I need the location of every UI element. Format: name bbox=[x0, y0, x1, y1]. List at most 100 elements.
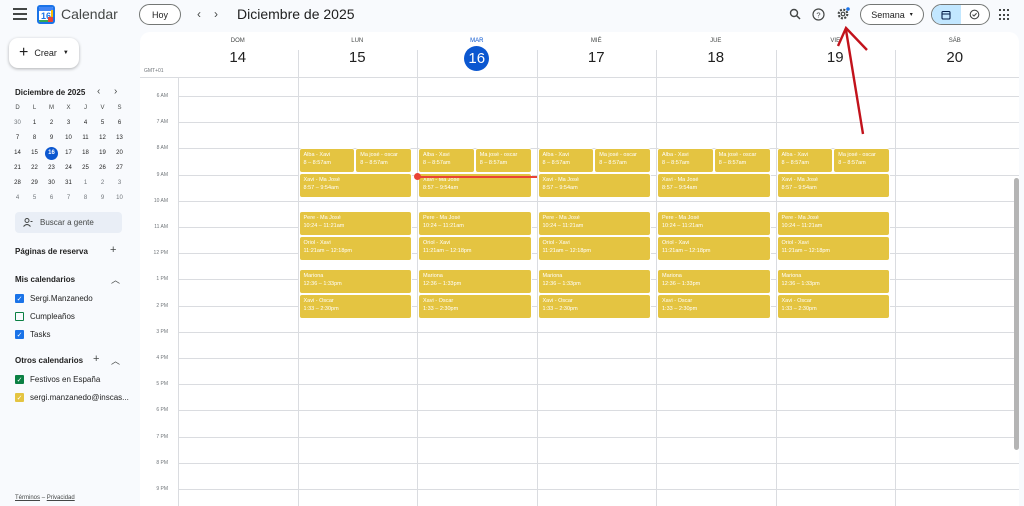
calendar-view-icon[interactable] bbox=[932, 5, 961, 24]
calendar-event[interactable]: Pere - Ma José 10:24 – 11:21am bbox=[537, 211, 651, 237]
other-calendars-heading[interactable]: Otros calendarios bbox=[15, 356, 83, 365]
mini-next-month-icon[interactable]: › bbox=[114, 86, 117, 97]
calendar-event[interactable]: Mariona 12:36 – 1:33pm bbox=[418, 268, 532, 294]
help-icon[interactable]: ? bbox=[811, 7, 825, 21]
mini-day[interactable]: 29 bbox=[26, 176, 43, 191]
checkbox-icon[interactable]: ✓ bbox=[15, 294, 24, 303]
main-menu-icon[interactable] bbox=[13, 8, 27, 20]
mini-day[interactable]: 6 bbox=[111, 116, 128, 131]
terms-link[interactable]: Términos bbox=[15, 495, 40, 501]
calendar-event[interactable]: Xavi - Ma José 8:57 – 9:54am bbox=[657, 173, 771, 199]
calendar-event[interactable]: Mariona 12:36 – 1:33pm bbox=[537, 268, 651, 294]
mini-day[interactable]: 10 bbox=[111, 191, 128, 206]
day-header[interactable]: VIE 19 bbox=[776, 32, 896, 77]
calendar-tasks-toggle[interactable] bbox=[931, 4, 990, 25]
calendar-event[interactable]: Xavi - Oscar 1:33 – 2:30pm bbox=[537, 293, 651, 319]
mini-day[interactable]: 9 bbox=[43, 131, 60, 146]
mini-day[interactable]: 26 bbox=[94, 161, 111, 176]
calendar-event[interactable]: Ma josé - oscar 8 – 8:57am bbox=[474, 148, 532, 174]
day-number[interactable]: 17 bbox=[537, 49, 657, 66]
calendar-item[interactable]: ✓ sergi.manzanedo@inscas... bbox=[15, 393, 129, 402]
search-icon[interactable] bbox=[788, 7, 802, 21]
calendar-event[interactable]: Alba - Xavi 8 – 8:57am bbox=[776, 148, 834, 174]
mini-day[interactable]: 23 bbox=[43, 161, 60, 176]
mini-day[interactable]: 8 bbox=[77, 191, 94, 206]
checkbox-icon[interactable]: ✓ bbox=[15, 330, 24, 339]
mini-day[interactable]: 16 bbox=[43, 146, 60, 161]
calendar-event[interactable]: Xavi - Ma José 8:57 – 9:54am bbox=[537, 173, 651, 199]
calendar-item[interactable]: ✓ Tasks bbox=[15, 330, 50, 339]
calendar-event[interactable]: Xavi - Oscar 1:33 – 2:30pm bbox=[776, 293, 890, 319]
day-header[interactable]: JUE 18 bbox=[656, 32, 776, 77]
calendar-event[interactable]: Pere - Ma José 10:24 – 11:21am bbox=[418, 211, 532, 237]
previous-week-icon[interactable]: ‹ bbox=[197, 7, 201, 21]
calendar-event[interactable]: Mariona 12:36 – 1:33pm bbox=[298, 268, 412, 294]
mini-day[interactable]: 9 bbox=[94, 191, 111, 206]
collapse-other-calendars-icon[interactable]: ︿ bbox=[111, 354, 120, 367]
calendar-event[interactable]: Alba - Xavi 8 – 8:57am bbox=[537, 148, 595, 174]
apps-grid-icon[interactable] bbox=[999, 9, 1011, 21]
mini-day[interactable]: 6 bbox=[43, 191, 60, 206]
calendar-event[interactable]: Pere - Ma José 10:24 – 11:21am bbox=[298, 211, 412, 237]
mini-day[interactable]: 14 bbox=[9, 146, 26, 161]
calendar-event[interactable]: Ma josé - oscar 8 – 8:57am bbox=[833, 148, 890, 174]
calendar-event[interactable]: Xavi - Oscar 1:33 – 2:30pm bbox=[418, 293, 532, 319]
mini-day[interactable]: 20 bbox=[111, 146, 128, 161]
calendar-event[interactable]: Ma josé - oscar 8 – 8:57am bbox=[355, 148, 412, 174]
next-week-icon[interactable]: › bbox=[214, 7, 218, 21]
calendar-event[interactable]: Xavi - Ma José 8:57 – 9:54am bbox=[298, 173, 412, 199]
calendar-event[interactable]: Oriol - Xavi 11:21am – 12:18pm bbox=[418, 236, 532, 262]
mini-prev-month-icon[interactable]: ‹ bbox=[97, 86, 100, 97]
mini-day[interactable]: 1 bbox=[26, 116, 43, 131]
calendar-event[interactable]: Pere - Ma José 10:24 – 11:21am bbox=[657, 211, 771, 237]
calendar-item[interactable]: ✓ Festivos en España bbox=[15, 375, 100, 384]
day-number[interactable]: 19 bbox=[776, 49, 896, 66]
mini-day[interactable]: 25 bbox=[77, 161, 94, 176]
calendar-event[interactable]: Oriol - Xavi 11:21am – 12:18pm bbox=[537, 236, 651, 262]
day-header[interactable]: MAR 16 bbox=[417, 32, 537, 77]
today-button[interactable]: Hoy bbox=[139, 4, 181, 25]
week-grid[interactable]: GMT+01 DOM 14 LUN 15 MAR 16 MIÉ 17 JUE 18 VIE 19 SÁB… bbox=[140, 32, 1019, 506]
calendar-event[interactable]: Oriol - Xavi 11:21am – 12:18pm bbox=[298, 236, 412, 262]
mini-day[interactable]: 4 bbox=[77, 116, 94, 131]
day-number[interactable]: 14 bbox=[178, 49, 298, 66]
tasks-view-icon[interactable] bbox=[961, 5, 990, 24]
calendar-item[interactable]: ✓ Sergi.Manzanedo bbox=[15, 294, 93, 303]
day-number[interactable]: 20 bbox=[895, 49, 1015, 66]
mini-day[interactable]: 30 bbox=[43, 176, 60, 191]
day-header[interactable]: LUN 15 bbox=[298, 32, 418, 77]
checkbox-icon[interactable]: ✓ bbox=[15, 375, 24, 384]
view-selector-button[interactable]: Semana ▾ bbox=[860, 4, 924, 25]
calendar-item[interactable]: Cumpleaños bbox=[15, 312, 75, 321]
calendar-event[interactable]: Mariona 12:36 – 1:33pm bbox=[776, 268, 890, 294]
calendar-event[interactable]: Oriol - Xavi 11:21am – 12:18pm bbox=[776, 236, 890, 262]
mini-day[interactable]: 5 bbox=[26, 191, 43, 206]
day-number[interactable]: 18 bbox=[656, 49, 776, 66]
checkbox-icon[interactable] bbox=[15, 312, 24, 321]
calendar-event[interactable]: Mariona 12:36 – 1:33pm bbox=[657, 268, 771, 294]
calendar-event[interactable]: Alba - Xavi 8 – 8:57am bbox=[298, 148, 356, 174]
add-other-calendar-icon[interactable]: + bbox=[93, 353, 99, 365]
mini-day[interactable]: 12 bbox=[94, 131, 111, 146]
mini-day[interactable]: 2 bbox=[43, 116, 60, 131]
mini-day[interactable]: 1 bbox=[77, 176, 94, 191]
mini-day[interactable]: 13 bbox=[111, 131, 128, 146]
settings-gear-icon[interactable] bbox=[836, 7, 850, 21]
mini-day[interactable]: 8 bbox=[26, 131, 43, 146]
calendar-event[interactable]: Oriol - Xavi 11:21am – 12:18pm bbox=[657, 236, 771, 262]
calendar-event[interactable]: Xavi - Ma José 8:57 – 9:54am bbox=[776, 173, 890, 199]
mini-day[interactable]: 3 bbox=[111, 176, 128, 191]
day-header[interactable]: SÁB 20 bbox=[895, 32, 1015, 77]
mini-day[interactable]: 31 bbox=[60, 176, 77, 191]
mini-day[interactable]: 11 bbox=[77, 131, 94, 146]
mini-day[interactable]: 2 bbox=[94, 176, 111, 191]
collapse-my-calendars-icon[interactable]: ︿ bbox=[111, 273, 120, 286]
day-header[interactable]: MIÉ 17 bbox=[537, 32, 657, 77]
mini-day[interactable]: 22 bbox=[26, 161, 43, 176]
my-calendars-heading[interactable]: Mis calendarios bbox=[15, 275, 75, 284]
mini-day[interactable]: 21 bbox=[9, 161, 26, 176]
mini-day[interactable]: 17 bbox=[60, 146, 77, 161]
calendar-event[interactable]: Pere - Ma José 10:24 – 11:21am bbox=[776, 211, 890, 237]
mini-day[interactable]: 19 bbox=[94, 146, 111, 161]
calendar-event[interactable]: Xavi - Oscar 1:33 – 2:30pm bbox=[657, 293, 771, 319]
